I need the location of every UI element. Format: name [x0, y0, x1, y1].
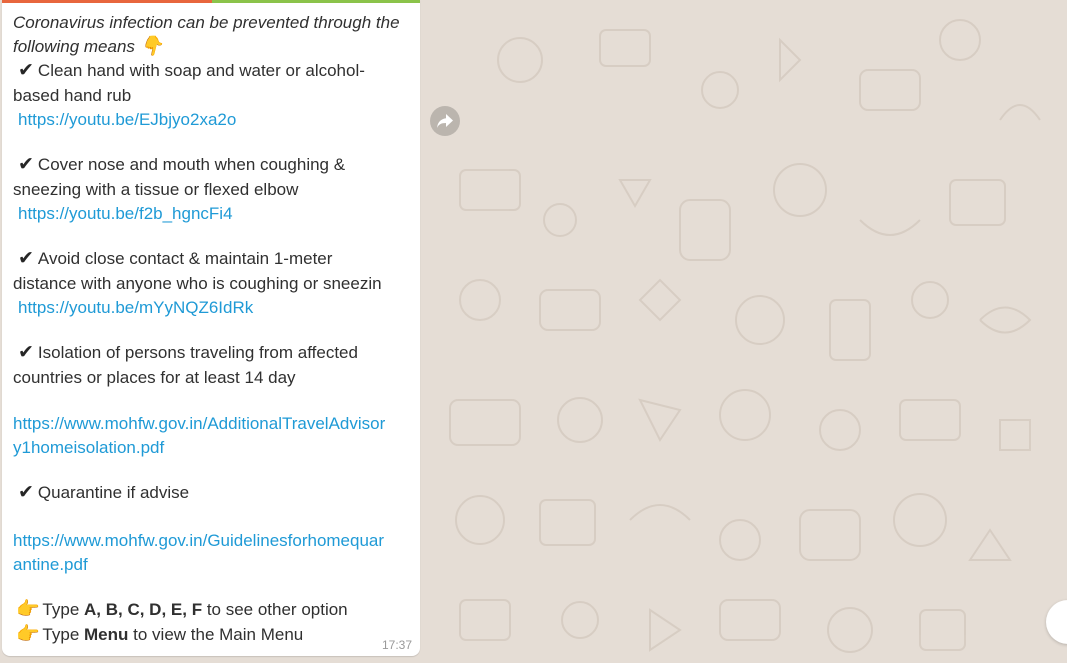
type-menu-keyword: Menu	[84, 625, 129, 644]
forward-button[interactable]	[430, 106, 460, 136]
item3-line-1: ✔ Avoid close contact & maintain 1-meter	[18, 247, 332, 271]
check-icon: ✔	[18, 482, 34, 503]
bubble-top-accent	[2, 0, 420, 3]
accent-segment-orange	[2, 0, 212, 3]
type-options-line: 👉 Type A, B, C, D, E, F to see other opt…	[16, 598, 348, 622]
item4-line-1: ✔ Isolation of persons traveling from aff…	[18, 341, 358, 365]
item3-line-2: distance with anyone who is coughing or …	[13, 274, 382, 293]
point-down-emoji-icon: 👇	[139, 36, 164, 57]
item5-line-1: ✔ Quarantine if advise	[18, 481, 189, 505]
item4-line-2: countries or places for at least 14 day	[13, 368, 296, 387]
point-right-emoji-icon: 👉	[16, 599, 40, 620]
item5-link-line-1[interactable]: https://www.mohfw.gov.in/Guidelinesforho…	[13, 529, 384, 553]
item1-text: Clean hand with soap and water or alcoho…	[37, 61, 365, 80]
item2-text: Cover nose and mouth when coughing &	[37, 155, 346, 174]
item4-link-line-1[interactable]: https://www.mohfw.gov.in/AdditionalTrave…	[13, 412, 385, 436]
forward-icon	[437, 114, 453, 128]
intro-line-1: Coronavirus infection can be prevented t…	[13, 13, 400, 32]
item2-line-2: sneezing with a tissue or flexed elbow	[13, 180, 299, 199]
item5-text: Quarantine if advise	[37, 483, 190, 502]
type-options-suffix: to see other option	[206, 600, 348, 619]
item1-line-1: ✔ Clean hand with soap and water or alcoh…	[18, 59, 365, 83]
check-icon: ✔	[18, 60, 34, 81]
type-options-letters: A, B, C, D, E, F	[84, 600, 203, 619]
item2-line-1: ✔ Cover nose and mouth when coughing &	[18, 153, 345, 177]
item1-link[interactable]: https://youtu.be/EJbjyo2xa2o	[18, 108, 236, 132]
check-icon: ✔	[18, 248, 34, 269]
type-menu-line: 👉 Type Menu to view the Main Menu	[16, 623, 303, 647]
message-bubble[interactable]: Coronavirus infection can be prevented t…	[2, 0, 420, 656]
item4-text: Isolation of persons traveling from affe…	[37, 343, 358, 362]
type-options-prefix: Type	[42, 600, 80, 619]
message-timestamp: 17:37	[381, 638, 412, 652]
item4-link-line-2[interactable]: y1homeisolation.pdf	[13, 436, 164, 460]
item3-text: Avoid close contact & maintain 1-meter	[37, 249, 333, 268]
check-icon: ✔	[18, 154, 34, 175]
point-right-emoji-icon: 👉	[16, 624, 40, 645]
accent-segment-green	[212, 0, 420, 3]
type-menu-suffix: to view the Main Menu	[133, 625, 304, 644]
item3-link[interactable]: https://youtu.be/mYyNQZ6IdRk	[18, 296, 253, 320]
intro-line-2: following means 👇	[13, 35, 164, 59]
item2-link[interactable]: https://youtu.be/f2b_hgncFi4	[18, 202, 233, 226]
type-menu-prefix: Type	[42, 625, 80, 644]
item1-line-2: based hand rub	[13, 86, 132, 105]
check-icon: ✔	[18, 342, 34, 363]
intro-line-2-text: following means	[13, 37, 135, 56]
item5-link-line-2[interactable]: antine.pdf	[13, 553, 88, 577]
